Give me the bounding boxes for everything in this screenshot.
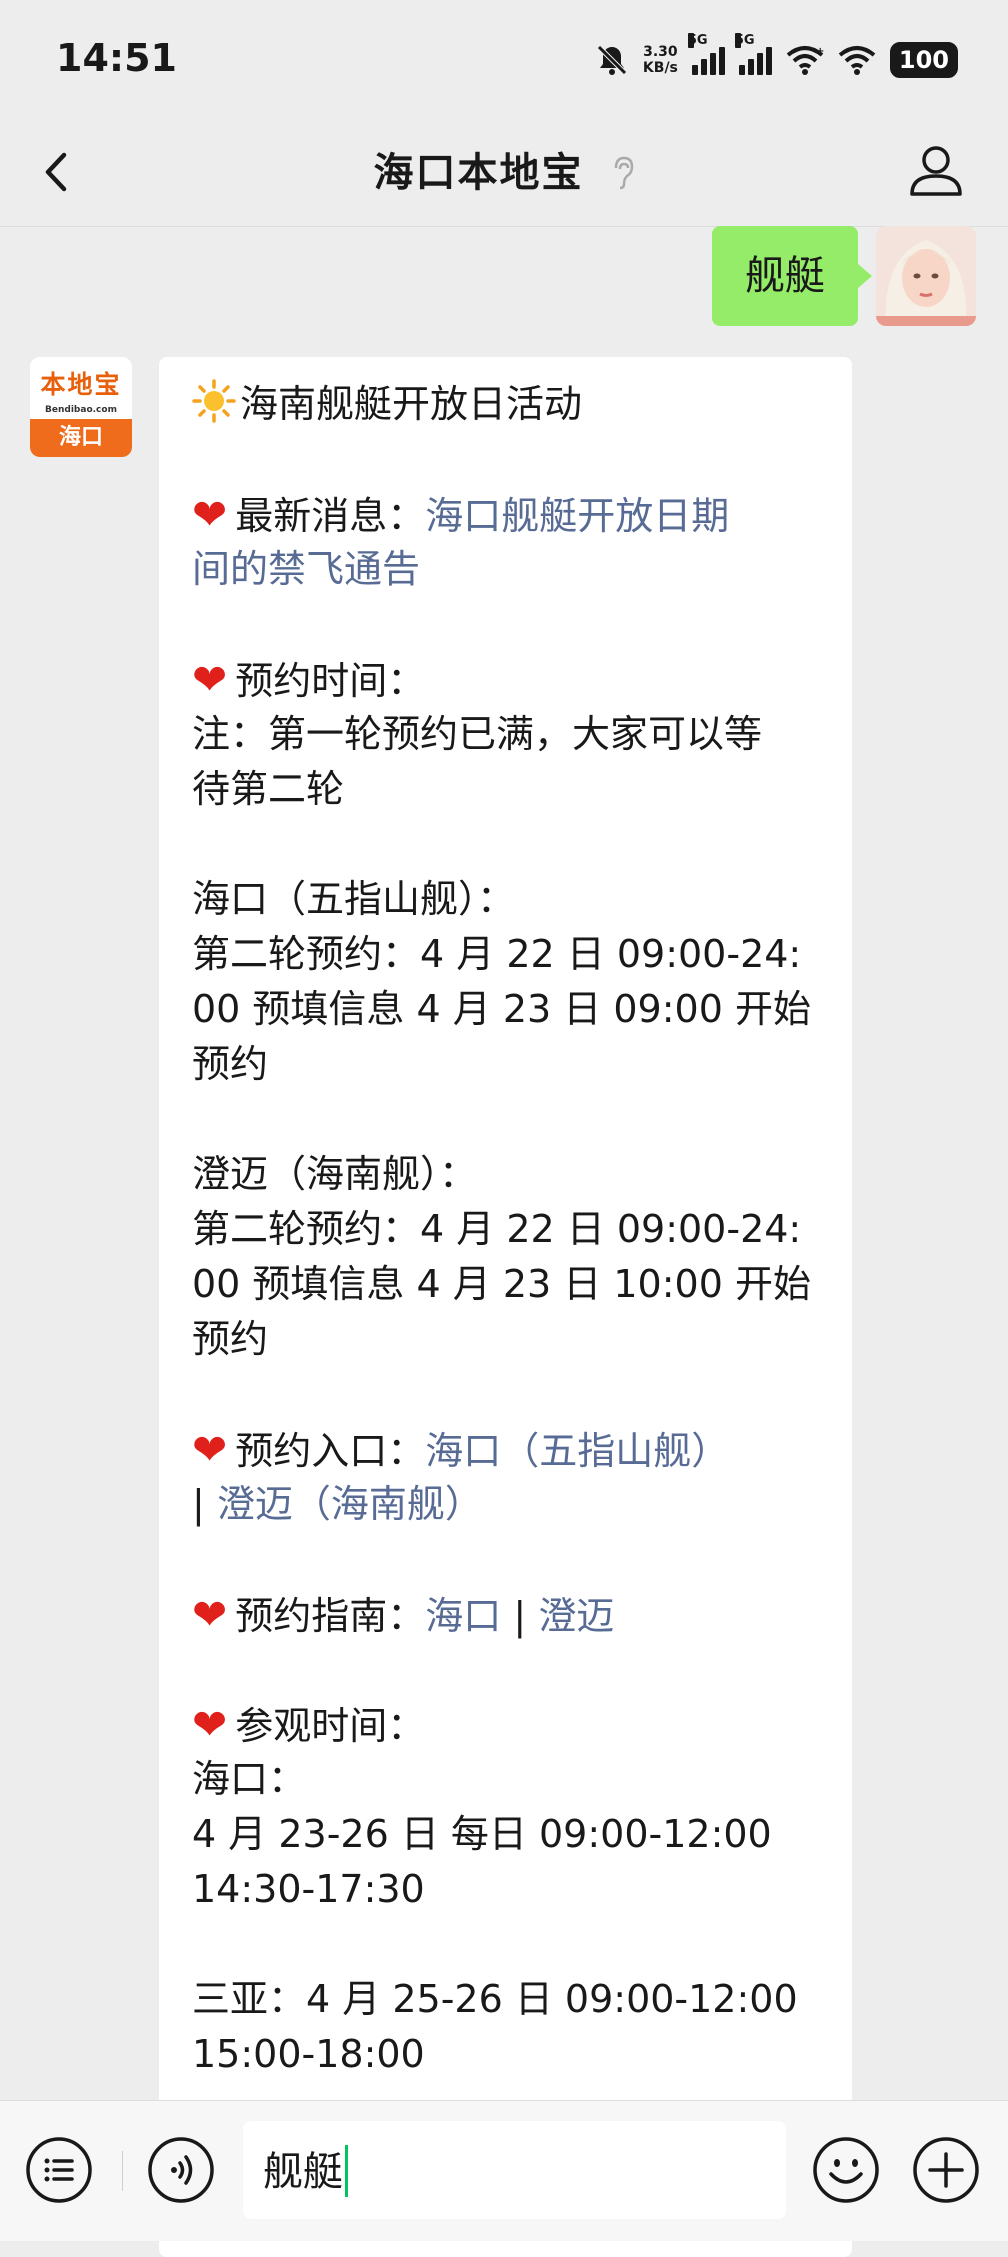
- reply-title-line: 海南舰艇开放日活动: [192, 377, 822, 432]
- booking-time-label: 预约时间：: [235, 659, 426, 703]
- guide-link-chengmai[interactable]: 澄迈: [538, 1594, 614, 1638]
- chengmai-line-2: 00 预填信息 4 月 23 日 10:00 开始: [192, 1262, 811, 1306]
- visit-time-label: 参观时间：: [235, 1704, 426, 1748]
- plus-icon[interactable]: [912, 2136, 980, 2204]
- signal-icon-sim2: 5G: [734, 33, 772, 75]
- wifi-icon: +: [786, 46, 824, 75]
- visit-haikou-line-2: 14:30-17:30: [192, 1867, 425, 1911]
- entry-label: 预约入口：: [235, 1429, 426, 1473]
- status-time: 14:51: [56, 36, 177, 80]
- text-caret: [345, 2145, 348, 2197]
- status-icons: 3.30 KB/s 5G 5G + 100: [595, 33, 958, 86]
- chengmai-line-1: 第二轮预约：4 月 22 日 09:00-24:: [192, 1207, 802, 1251]
- news-label: 最新消息：: [235, 494, 426, 538]
- chat-header: 海口本地宝: [0, 120, 1008, 227]
- note-line-2: 待第二轮: [192, 767, 345, 811]
- menu-list-icon[interactable]: [25, 2136, 93, 2204]
- sim2-network-type: 5G: [734, 33, 755, 48]
- reply-message-body: 海南舰艇开放日活动 ❤ 最新消息：海口舰艇开放日期 间的禁飞通告 ❤ 预约时间： 注…: [192, 377, 822, 2082]
- chat-title-area: 海口本地宝: [0, 140, 1008, 198]
- heart-icon: ❤: [192, 1700, 228, 1749]
- chengmai-heading: 澄迈（海南舰）：: [192, 1152, 478, 1196]
- wifi-icon-2: [838, 46, 876, 75]
- voice-icon[interactable]: [147, 2136, 215, 2204]
- message-input-value: 舰艇: [263, 2149, 343, 2195]
- heart-icon: ❤: [192, 1425, 228, 1474]
- input-bar: 舰艇: [0, 2100, 1008, 2241]
- sun-icon: [192, 379, 236, 423]
- mute-bell-icon: [597, 45, 627, 75]
- haikou-line-1: 第二轮预约：4 月 22 日 09:00-24:: [192, 932, 802, 976]
- net-speed: 3.30 KB/s: [643, 44, 678, 76]
- net-speed-unit: KB/s: [642, 60, 678, 76]
- official-account-avatar[interactable]: 本地宝 Bendibao.com 海口: [30, 357, 132, 457]
- visit-haikou-line-1: 4 月 23-26 日 每日 09:00-12:00: [192, 1812, 772, 1856]
- visit-sanya-line-1: 三亚：4 月 25-26 日 09:00-12:00: [192, 1977, 798, 2021]
- guide-label: 预约指南：: [235, 1594, 426, 1638]
- separator: |: [513, 1594, 527, 1638]
- chengmai-line-3: 预约: [192, 1317, 269, 1361]
- logo-city: 海口: [30, 419, 132, 457]
- heart-icon: ❤: [192, 655, 228, 704]
- news-line: ❤ 最新消息：海口舰艇开放日期: [192, 487, 822, 542]
- signal-icon-sim1: 5G: [687, 33, 725, 75]
- visit-sanya-line-2: 15:00-18:00: [192, 2032, 425, 2076]
- note-line-1: 注：第一轮预约已满，大家可以等: [192, 712, 763, 756]
- battery-indicator: 100: [889, 42, 958, 78]
- separator: |: [192, 1482, 205, 1526]
- visit-haikou-label: 海口：: [192, 1757, 307, 1801]
- heart-icon: ❤: [192, 1590, 228, 1639]
- divider: [122, 2151, 123, 2191]
- news-link-continued[interactable]: 间的禁飞通告: [192, 547, 420, 591]
- logo-text: 本地宝: [40, 370, 122, 399]
- logo-url: Bendibao.com: [45, 405, 117, 415]
- guide-link-haikou[interactable]: 海口: [425, 1594, 501, 1638]
- reply-title: 海南舰艇开放日活动: [240, 382, 583, 426]
- profile-icon[interactable]: [906, 140, 966, 200]
- svg-text:+: +: [816, 46, 824, 57]
- chat-title: 海口本地宝: [373, 150, 584, 196]
- reply-message-bubble: 海南舰艇开放日活动 ❤ 最新消息：海口舰艇开放日期 间的禁飞通告 ❤ 预约时间： 注…: [159, 357, 852, 2257]
- haikou-heading: 海口（五指山舰）：: [192, 877, 516, 921]
- haikou-line-3: 预约: [192, 1042, 269, 1086]
- message-input[interactable]: 舰艇: [243, 2121, 786, 2219]
- entry-link-chengmai[interactable]: 澄迈（海南舰）: [217, 1482, 483, 1526]
- net-speed-value: 3.30: [643, 44, 678, 60]
- sim1-network-type: 5G: [687, 33, 708, 48]
- sent-message-bubble[interactable]: 舰艇: [712, 226, 872, 326]
- entry-link-haikou[interactable]: 海口（五指山舰）: [425, 1429, 729, 1473]
- emoji-icon[interactable]: [812, 2136, 880, 2204]
- user-avatar[interactable]: [876, 226, 976, 326]
- status-bar: 14:51 3.30 KB/s 5G 5G + 100: [0, 0, 1008, 120]
- news-link[interactable]: 海口舰艇开放日期: [425, 494, 729, 538]
- haikou-line-2: 00 预填信息 4 月 23 日 09:00 开始: [192, 987, 811, 1031]
- ear-icon: [614, 156, 633, 190]
- message-input-text: 舰艇: [263, 2145, 348, 2197]
- heart-icon: ❤: [192, 490, 228, 539]
